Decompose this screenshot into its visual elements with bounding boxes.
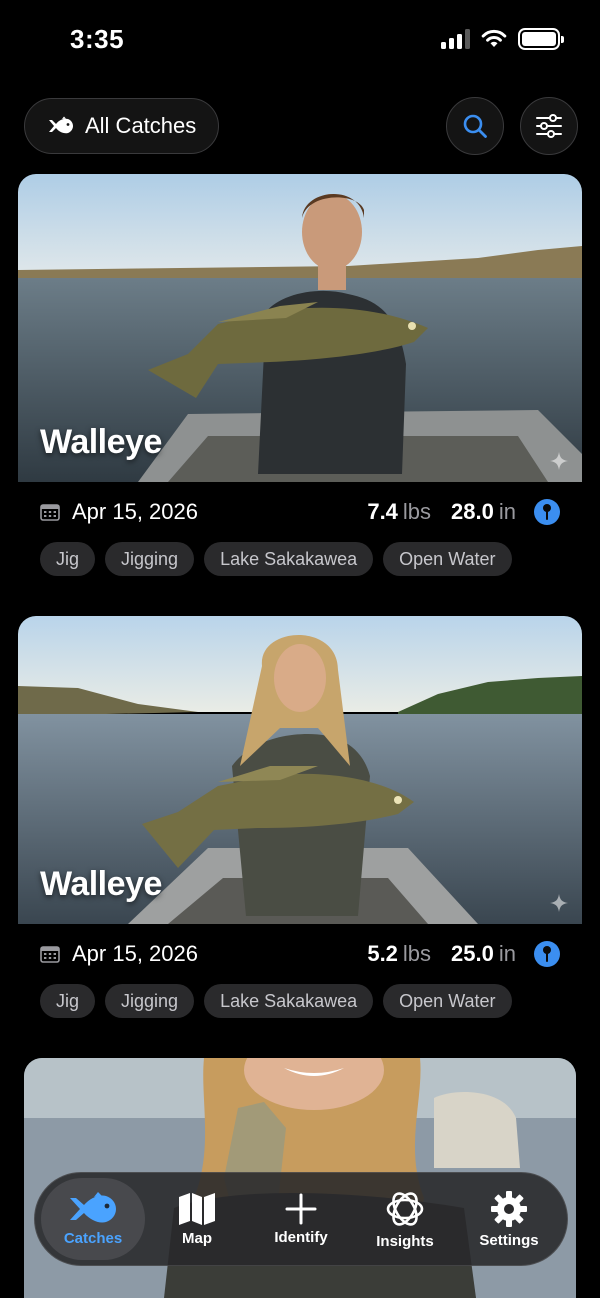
tab-insights[interactable]: Insights xyxy=(353,1178,457,1260)
all-catches-filter-button[interactable]: All Catches xyxy=(24,98,220,154)
location-pin-button[interactable] xyxy=(534,499,560,525)
gear-icon xyxy=(491,1190,527,1227)
search-button[interactable] xyxy=(446,97,504,155)
battery-icon xyxy=(518,28,564,50)
status-bar: 3:35 xyxy=(0,0,600,80)
filter-settings-button[interactable] xyxy=(520,97,578,155)
length-value: 28.0 xyxy=(451,499,494,524)
tag-chip[interactable]: Lake Sakakawea xyxy=(204,542,374,576)
catch-date: Apr 15, 2026 xyxy=(40,941,198,967)
catch-photo[interactable]: Walleye xyxy=(18,174,582,482)
location-pin-button[interactable] xyxy=(534,941,560,967)
tab-catches[interactable]: Catches xyxy=(41,1178,145,1260)
species-title: Walleye xyxy=(40,423,162,461)
plus-icon xyxy=(285,1193,317,1224)
atom-icon xyxy=(386,1191,424,1226)
tag-chip[interactable]: Jig xyxy=(40,542,96,576)
tab-map[interactable]: Map xyxy=(145,1178,249,1260)
weight-value: 5.2 xyxy=(367,941,398,966)
tag-chip[interactable]: Open Water xyxy=(383,984,512,1018)
search-icon xyxy=(463,114,487,138)
wifi-icon xyxy=(481,29,507,47)
sparkle-icon xyxy=(550,452,568,470)
species-title: Walleye xyxy=(40,865,162,903)
tab-settings[interactable]: Settings xyxy=(457,1178,561,1260)
length-unit: in xyxy=(498,941,516,966)
catch-measurements: 5.2 lbs 25.0 in xyxy=(367,941,560,967)
weight-value: 7.4 xyxy=(367,499,398,524)
tag-chip[interactable]: Jigging xyxy=(105,984,195,1018)
tab-label: Insights xyxy=(376,1232,434,1250)
length-value: 25.0 xyxy=(451,941,494,966)
tag-chip[interactable]: Open Water xyxy=(383,542,512,576)
fish-icon xyxy=(49,116,73,134)
catch-meta-row: Apr 15, 2026 7.4 lbs 28.0 in xyxy=(18,482,582,542)
tab-label: Map xyxy=(182,1229,212,1247)
tab-bar: Catches Map Identify Insights Settings xyxy=(34,1172,568,1266)
catch-date-text: Apr 15, 2026 xyxy=(72,941,198,966)
weight-unit: lbs xyxy=(402,941,432,966)
calendar-icon xyxy=(40,946,60,963)
catch-measurements: 7.4 lbs 28.0 in xyxy=(367,499,560,525)
tab-identify[interactable]: Identify xyxy=(249,1178,353,1260)
header: All Catches xyxy=(24,97,578,155)
fish-icon xyxy=(70,1191,116,1223)
catch-meta-row: Apr 15, 2026 5.2 lbs 25.0 in xyxy=(18,924,582,984)
catch-tags: Jig Jigging Lake Sakakawea Open Water xyxy=(18,984,582,1018)
sparkle-icon xyxy=(550,894,568,912)
tab-label: Settings xyxy=(479,1231,539,1249)
status-time: 3:35 xyxy=(70,24,125,54)
weight-unit: lbs xyxy=(402,499,432,524)
tag-chip[interactable]: Lake Sakakawea xyxy=(204,984,374,1018)
all-catches-label: All Catches xyxy=(85,113,197,138)
calendar-icon xyxy=(40,504,60,521)
catch-card[interactable]: Walleye Apr 15, 2026 7.4 lbs 28.0 in Jig… xyxy=(18,174,582,576)
location-pin-icon xyxy=(543,504,551,520)
tag-chip[interactable]: Jig xyxy=(40,984,96,1018)
tab-label: Identify xyxy=(274,1228,328,1246)
location-pin-icon xyxy=(543,946,551,962)
tag-chip[interactable]: Jigging xyxy=(105,542,195,576)
length-unit: in xyxy=(498,499,516,524)
sliders-icon xyxy=(536,114,562,138)
catch-date-text: Apr 15, 2026 xyxy=(72,499,198,524)
tab-label: Catches xyxy=(63,1229,123,1247)
catch-card[interactable]: Walleye Apr 15, 2026 5.2 lbs 25.0 in Jig… xyxy=(18,616,582,1018)
catch-date: Apr 15, 2026 xyxy=(40,499,198,525)
cellular-signal-icon xyxy=(441,29,470,49)
status-icons xyxy=(441,28,564,50)
catch-photo[interactable]: Walleye xyxy=(18,616,582,924)
map-icon xyxy=(179,1192,215,1225)
catch-tags: Jig Jigging Lake Sakakawea Open Water xyxy=(18,542,582,576)
